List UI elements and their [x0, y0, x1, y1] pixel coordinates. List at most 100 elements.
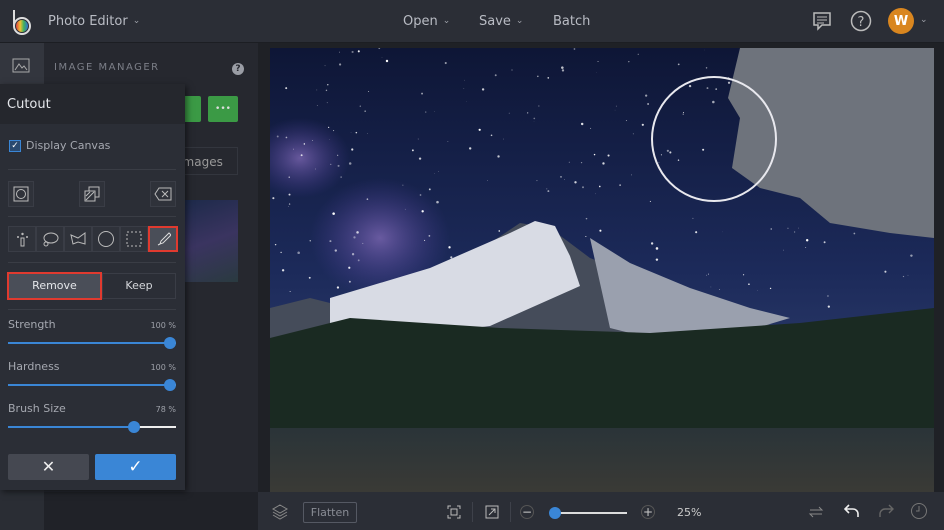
star [599, 229, 602, 232]
layers-icon[interactable] [272, 504, 288, 520]
help-icon[interactable]: ? [850, 10, 872, 32]
apply-button[interactable]: ✓ [95, 454, 176, 480]
star [677, 63, 680, 66]
image-manager-title: IMAGE MANAGER [54, 62, 160, 73]
star [561, 66, 564, 69]
star [329, 139, 330, 140]
canvas-area [258, 43, 944, 492]
star [597, 61, 599, 63]
star [547, 77, 550, 79]
avatar[interactable]: W [888, 8, 914, 34]
help-icon[interactable]: ? [232, 63, 244, 75]
fit-screen-icon[interactable] [447, 505, 461, 519]
star [288, 206, 289, 207]
slider-handle[interactable] [164, 337, 176, 349]
star [348, 162, 352, 165]
redo-icon[interactable] [878, 503, 894, 519]
chat-icon[interactable] [812, 11, 832, 31]
keep-mode-button[interactable]: Keep [102, 273, 176, 299]
cancel-button[interactable]: ✕ [8, 454, 89, 480]
history-icon[interactable] [910, 502, 928, 520]
star [350, 132, 352, 133]
batch-button[interactable]: Batch [545, 10, 598, 32]
slider-value: 78 % [155, 405, 176, 414]
image-manager-tab[interactable] [0, 43, 44, 87]
top-bar: Photo Editor ⌄ Open ⌄ Save ⌄ Batch ? W ⌄ [0, 0, 944, 43]
slider-handle[interactable] [164, 379, 176, 391]
slider-brush-size: Brush Size 78 % [0, 402, 185, 442]
save-menu[interactable]: Save ⌄ [471, 10, 531, 32]
star [580, 161, 583, 164]
slider-handle[interactable] [128, 421, 141, 433]
star [666, 149, 669, 152]
star [327, 126, 330, 129]
star [598, 185, 601, 188]
brush-tool[interactable] [148, 226, 178, 252]
star [419, 194, 422, 196]
star [404, 208, 406, 210]
star [367, 133, 368, 134]
slider-label: Strength [8, 318, 56, 331]
star [312, 140, 314, 141]
star [356, 231, 359, 234]
actual-size-icon[interactable] [485, 505, 499, 519]
lasso-tool[interactable] [36, 226, 64, 252]
star [580, 122, 584, 126]
more-button[interactable]: ••• [208, 96, 238, 122]
star [508, 112, 510, 114]
star [329, 240, 332, 243]
star [546, 188, 548, 190]
star [682, 112, 684, 113]
star [658, 162, 660, 163]
ellipse-tool[interactable] [92, 226, 120, 252]
zoom-slider[interactable] [551, 512, 627, 514]
star [359, 105, 362, 107]
star [511, 69, 513, 71]
star [297, 251, 300, 255]
star [336, 286, 340, 289]
magic-wand-tool[interactable] [8, 226, 36, 252]
zoom-out-button[interactable]: − [520, 505, 534, 519]
polygon-lasso-tool[interactable] [64, 226, 92, 252]
open-menu[interactable]: Open ⌄ [395, 10, 458, 32]
star [708, 273, 709, 275]
star [710, 286, 712, 288]
display-canvas-checkbox[interactable]: ✓ [9, 140, 21, 152]
star [827, 305, 830, 308]
zoom-slider-handle[interactable] [549, 507, 562, 519]
star [602, 162, 605, 165]
star [536, 180, 538, 182]
remove-mode-button[interactable]: Remove [7, 272, 102, 300]
star [498, 230, 501, 232]
star [362, 242, 364, 245]
star [315, 168, 316, 170]
image-thumbnail[interactable] [184, 200, 238, 282]
star [645, 94, 648, 97]
star [289, 291, 291, 292]
zoom-in-button[interactable]: + [641, 505, 655, 519]
app-logo-icon[interactable] [10, 8, 34, 36]
star [338, 63, 342, 66]
app-title-menu[interactable]: Photo Editor ⌄ [40, 10, 148, 32]
slider-strength: Strength 100 % [0, 318, 185, 358]
duplicate-layer-button[interactable] [79, 181, 105, 207]
flatten-button[interactable]: Flatten [303, 502, 357, 523]
star [357, 50, 360, 53]
rectangle-tool[interactable] [120, 226, 148, 252]
chevron-down-icon[interactable]: ⌄ [920, 15, 928, 25]
rectangle-select-icon [126, 231, 142, 247]
star [285, 87, 288, 90]
star [337, 154, 339, 156]
star [281, 269, 285, 272]
clear-selection-button[interactable] [150, 181, 176, 207]
swap-icon[interactable] [808, 504, 824, 520]
photo-canvas[interactable] [270, 48, 934, 492]
star [688, 84, 692, 88]
star [337, 164, 340, 167]
undo-icon[interactable] [844, 503, 860, 519]
star [805, 239, 809, 242]
star [428, 234, 431, 237]
invert-selection-button[interactable] [8, 181, 34, 207]
star [425, 111, 427, 113]
star [381, 57, 383, 59]
